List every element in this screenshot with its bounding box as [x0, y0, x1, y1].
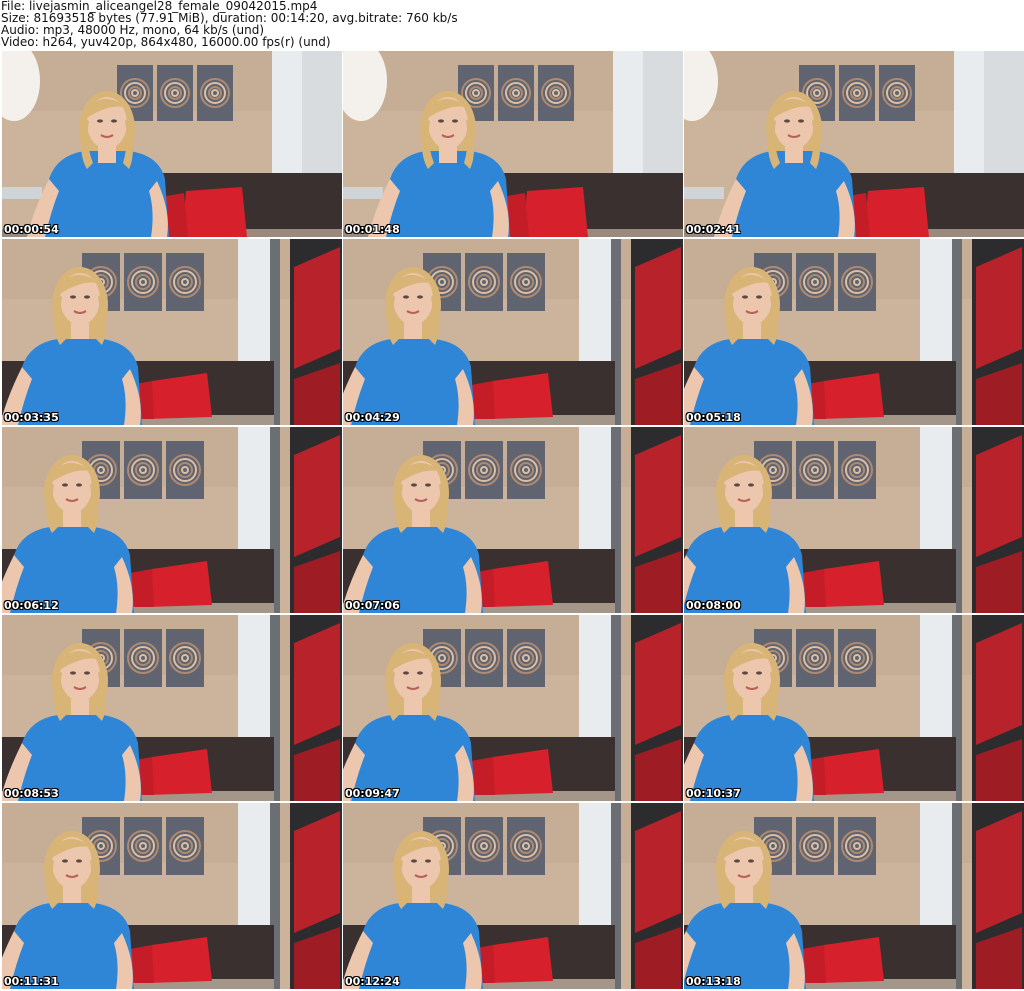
thumbnail-timestamp: 00:06:12: [4, 599, 59, 612]
thumbnail-grid: 00:00:54 00:01:48 00:02:41 00:03:35 00:04:29…: [0, 50, 1024, 991]
video-thumbnail: 00:00:54: [2, 51, 342, 237]
video-info-line: Video: h264, yuv420p, 864x480, 16000.00 …: [1, 35, 331, 49]
video-thumbnail: 00:13:18: [684, 803, 1024, 989]
video-thumbnail: 00:07:06: [343, 427, 683, 613]
video-thumbnail: 00:12:24: [343, 803, 683, 989]
video-thumbnail: 00:11:31: [2, 803, 342, 989]
video-thumbnail: 00:06:12: [2, 427, 342, 613]
thumbnail-timestamp: 00:12:24: [345, 975, 400, 988]
thumbnail-timestamp: 00:07:06: [345, 599, 400, 612]
thumbnail-timestamp: 00:04:29: [345, 411, 400, 424]
video-thumbnail: 00:08:00: [684, 427, 1024, 613]
thumbnail-timestamp: 00:03:35: [4, 411, 59, 424]
thumbnail-timestamp: 00:08:00: [686, 599, 741, 612]
video-thumbnail: 00:05:18: [684, 239, 1024, 425]
video-thumbnail: 00:02:41: [684, 51, 1024, 237]
video-thumbnail: 00:01:48: [343, 51, 683, 237]
thumbnail-timestamp: 00:13:18: [686, 975, 741, 988]
file-info-header: File: livejasmin_aliceangel28_female_090…: [0, 0, 1024, 50]
thumbnail-timestamp: 00:00:54: [4, 223, 59, 236]
video-thumbnail: 00:04:29: [343, 239, 683, 425]
thumbnail-timestamp: 00:09:47: [345, 787, 400, 800]
thumbnail-timestamp: 00:05:18: [686, 411, 741, 424]
video-thumbnail: 00:10:37: [684, 615, 1024, 801]
video-thumbnail: 00:09:47: [343, 615, 683, 801]
video-thumbnail: 00:03:35: [2, 239, 342, 425]
video-thumbnail: 00:08:53: [2, 615, 342, 801]
thumbnail-timestamp: 00:02:41: [686, 223, 741, 236]
thumbnail-timestamp: 00:01:48: [345, 223, 400, 236]
thumbnail-timestamp: 00:11:31: [4, 975, 59, 988]
thumbnail-timestamp: 00:10:37: [686, 787, 741, 800]
thumbnail-timestamp: 00:08:53: [4, 787, 59, 800]
